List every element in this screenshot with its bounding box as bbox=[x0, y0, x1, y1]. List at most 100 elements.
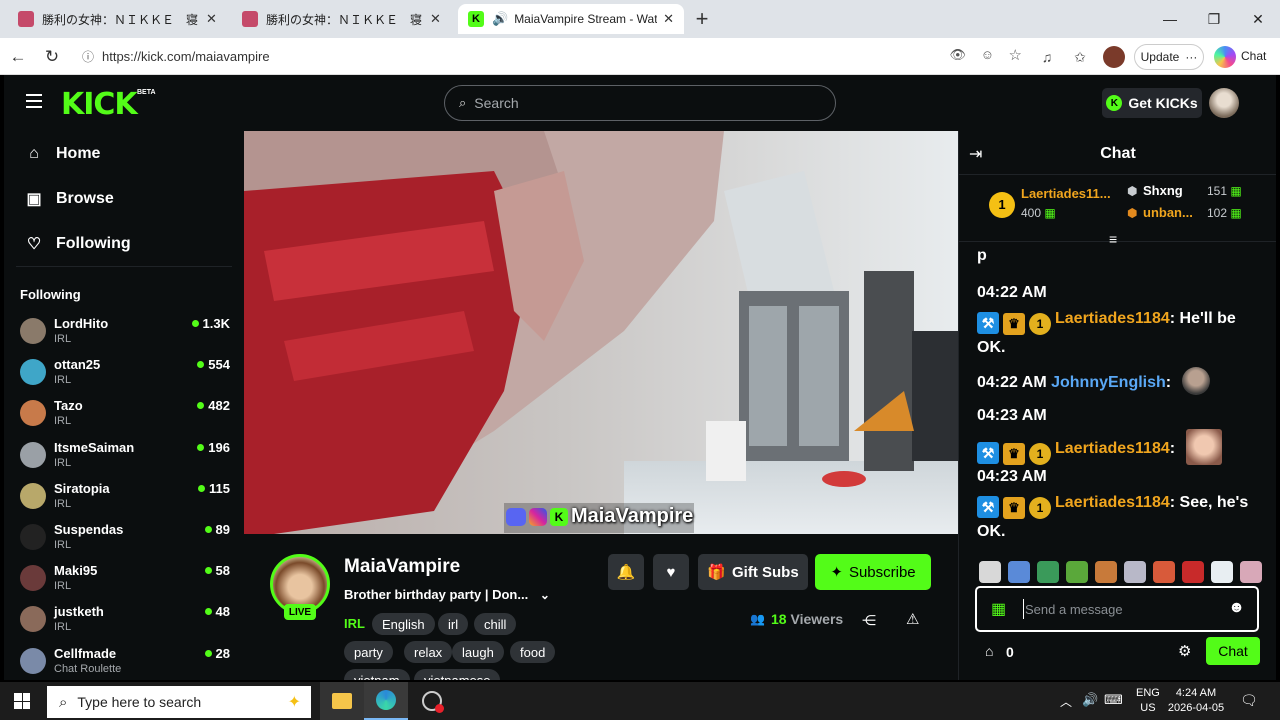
emote-monkey-icon[interactable] bbox=[1095, 561, 1117, 583]
emote-cat-icon[interactable] bbox=[979, 561, 1001, 583]
tag-chip[interactable]: irl bbox=[438, 613, 469, 635]
tag-chip[interactable]: party bbox=[344, 641, 393, 663]
edge-browser-icon[interactable] bbox=[364, 682, 408, 720]
browser-tab[interactable]: 勝利の女神：ＮＩＫＫＥ 寝ころび ✕ bbox=[8, 4, 232, 34]
following-channel[interactable]: Suspendas IRL 89 bbox=[20, 521, 234, 562]
windows-start-icon[interactable] bbox=[14, 693, 30, 709]
chat-username[interactable]: Laertiades1184 bbox=[1055, 494, 1170, 511]
category-link[interactable]: IRL bbox=[344, 616, 365, 631]
reader-icon[interactable]: ☺ bbox=[981, 47, 994, 62]
input-language[interactable]: ENG US bbox=[1136, 686, 1160, 716]
tag-chip[interactable]: English bbox=[372, 613, 435, 635]
follow-button[interactable]: ♥ bbox=[653, 554, 689, 590]
following-viewer-count: 196 bbox=[197, 440, 230, 455]
tag-chip[interactable]: vietnamese bbox=[414, 669, 501, 680]
nav-home-label: Home bbox=[56, 145, 101, 162]
favorites-icon[interactable]: ✩ bbox=[1068, 45, 1092, 69]
favorite-star-icon[interactable]: ☆ bbox=[1009, 46, 1022, 64]
emote-box-icon[interactable] bbox=[1066, 561, 1088, 583]
close-tab-icon[interactable]: ✕ bbox=[430, 11, 441, 27]
emoji-picker-icon[interactable]: ☻ bbox=[1228, 599, 1245, 617]
tag-chip[interactable]: chill bbox=[474, 613, 517, 635]
subscribe-button[interactable]: ✦ Subscribe bbox=[815, 554, 931, 590]
chevron-down-icon[interactable]: ⌄ bbox=[540, 588, 550, 602]
following-channel[interactable]: LordHito IRL 1.3K bbox=[20, 315, 234, 356]
leader-first-name[interactable]: Laertiades11... bbox=[1021, 186, 1111, 201]
send-chat-button[interactable]: Chat bbox=[1206, 637, 1260, 665]
new-tab-button[interactable]: + bbox=[690, 6, 714, 32]
nav-home[interactable]: ⌂ Home bbox=[24, 139, 100, 169]
taskbar-search-box[interactable]: ⌕ Type here to search ✦ bbox=[47, 686, 311, 718]
back-arrow-icon[interactable]: ← bbox=[5, 44, 31, 70]
address-bar[interactable]: ⓘ https://kick.com/maiavampire 👁 ☺ ☆ bbox=[72, 42, 1032, 71]
minimize-icon[interactable]: — bbox=[1148, 0, 1192, 38]
following-channel[interactable]: justketh IRL 48 bbox=[20, 603, 234, 644]
chat-input[interactable]: ▦ Send a message ☻ bbox=[975, 586, 1259, 632]
taskbar-clock[interactable]: 4:24 AM 2026-04-05 bbox=[1164, 686, 1228, 716]
following-channel[interactable]: Tazo IRL 482 bbox=[20, 397, 234, 438]
emote-demon-icon[interactable] bbox=[1182, 561, 1204, 583]
copilot-icon[interactable] bbox=[1214, 46, 1236, 68]
search-input[interactable]: ⌕ Search bbox=[444, 85, 836, 121]
user-avatar[interactable] bbox=[1209, 88, 1239, 118]
keyboard-icon[interactable]: ⌨ bbox=[1104, 692, 1123, 708]
profile-avatar[interactable] bbox=[1103, 46, 1125, 68]
viewer-count-value: 482 bbox=[208, 398, 230, 414]
emote-fire-icon[interactable] bbox=[1153, 561, 1175, 583]
emote-ghost-icon[interactable] bbox=[1211, 561, 1233, 583]
leader-third-name[interactable]: unban... bbox=[1143, 205, 1193, 220]
following-channel[interactable]: Cellfmade Chat Roulette 28 bbox=[20, 645, 234, 680]
site-info-icon[interactable]: ⓘ bbox=[82, 48, 94, 65]
chat-settings-gear-icon[interactable]: ⚙ bbox=[1178, 642, 1191, 660]
tag-chip[interactable]: relax bbox=[404, 641, 453, 663]
kicks-store-icon[interactable]: ⌂ bbox=[985, 643, 993, 659]
gift-subs-button[interactable]: 🎁 Gift Subs bbox=[698, 554, 808, 590]
following-channel[interactable]: ottan25 IRL 554 bbox=[20, 356, 234, 397]
tag-chip[interactable]: vietnam bbox=[344, 669, 410, 680]
chat-username[interactable]: Laertiades1184 bbox=[1055, 310, 1170, 327]
video-player[interactable]: K MaiaVampire bbox=[244, 131, 958, 534]
emote-image bbox=[1185, 429, 1222, 465]
emote-face-icon[interactable] bbox=[1124, 561, 1146, 583]
tag-chip[interactable]: food bbox=[510, 641, 556, 663]
get-kicks-button[interactable]: K Get KICKs bbox=[1102, 88, 1202, 118]
kicks-coin-icon: K bbox=[1106, 95, 1123, 111]
volume-icon[interactable]: 🔊 bbox=[1082, 692, 1098, 708]
copilot-chat-label[interactable]: Chat bbox=[1241, 49, 1266, 63]
following-channel[interactable]: ItsmeSaiman IRL 196 bbox=[20, 439, 234, 480]
share-icon[interactable]: ⋲ bbox=[862, 612, 876, 629]
speaker-icon[interactable]: 🔊 bbox=[492, 11, 508, 27]
emote-mario-icon[interactable] bbox=[1008, 561, 1030, 583]
menu-hamburger-icon[interactable] bbox=[26, 94, 42, 108]
notification-center-icon[interactable]: 🗨 bbox=[1240, 692, 1258, 709]
emote-dino-icon[interactable] bbox=[1037, 561, 1059, 583]
chat-username[interactable]: JohnnyEnglish bbox=[1051, 374, 1166, 391]
message-text: : bbox=[1169, 440, 1176, 457]
recording-app-icon[interactable] bbox=[410, 682, 454, 720]
leader-second-name[interactable]: Shxng bbox=[1143, 183, 1183, 198]
nav-browse[interactable]: ▣ Browse bbox=[24, 184, 113, 214]
emote-pig-icon[interactable] bbox=[1240, 561, 1262, 583]
close-tab-icon[interactable]: ✕ bbox=[206, 11, 217, 27]
following-channel[interactable]: Siratopia IRL 115 bbox=[20, 480, 234, 521]
media-control-icon[interactable]: ♫ bbox=[1035, 45, 1059, 69]
nav-following[interactable]: ♡ Following bbox=[24, 229, 131, 259]
following-channel[interactable]: Maki95 IRL 58 bbox=[20, 562, 234, 603]
tracking-prevention-icon[interactable]: 👁 bbox=[949, 47, 966, 63]
browser-tab-active[interactable]: K 🔊 MaiaVampire Stream - Watch ✕ bbox=[458, 4, 684, 34]
notification-bell-button[interactable]: 🔔 bbox=[608, 554, 644, 590]
file-explorer-icon[interactable] bbox=[320, 682, 364, 720]
report-warning-icon[interactable]: ⚠ bbox=[906, 610, 919, 628]
tag-chip[interactable]: laugh bbox=[452, 641, 504, 663]
kick-logo[interactable]: KICK bbox=[61, 87, 138, 122]
hidden-icons-chevron-icon[interactable]: ︿ bbox=[1060, 693, 1072, 710]
gift-icon[interactable]: ▦ bbox=[991, 599, 1006, 619]
close-tab-icon[interactable]: ✕ bbox=[663, 11, 674, 27]
chat-username[interactable]: Laertiades1184 bbox=[1055, 440, 1170, 457]
maximize-icon[interactable]: ❐ bbox=[1192, 0, 1236, 38]
reload-icon[interactable]: ↻ bbox=[39, 44, 65, 70]
update-button[interactable]: Update ··· bbox=[1134, 44, 1204, 70]
channel-name[interactable]: MaiaVampire bbox=[344, 556, 460, 578]
close-window-icon[interactable]: ✕ bbox=[1236, 0, 1280, 38]
browser-tab[interactable]: 勝利の女神：ＮＩＫＫＥ 寝ころび ✕ bbox=[232, 4, 456, 34]
